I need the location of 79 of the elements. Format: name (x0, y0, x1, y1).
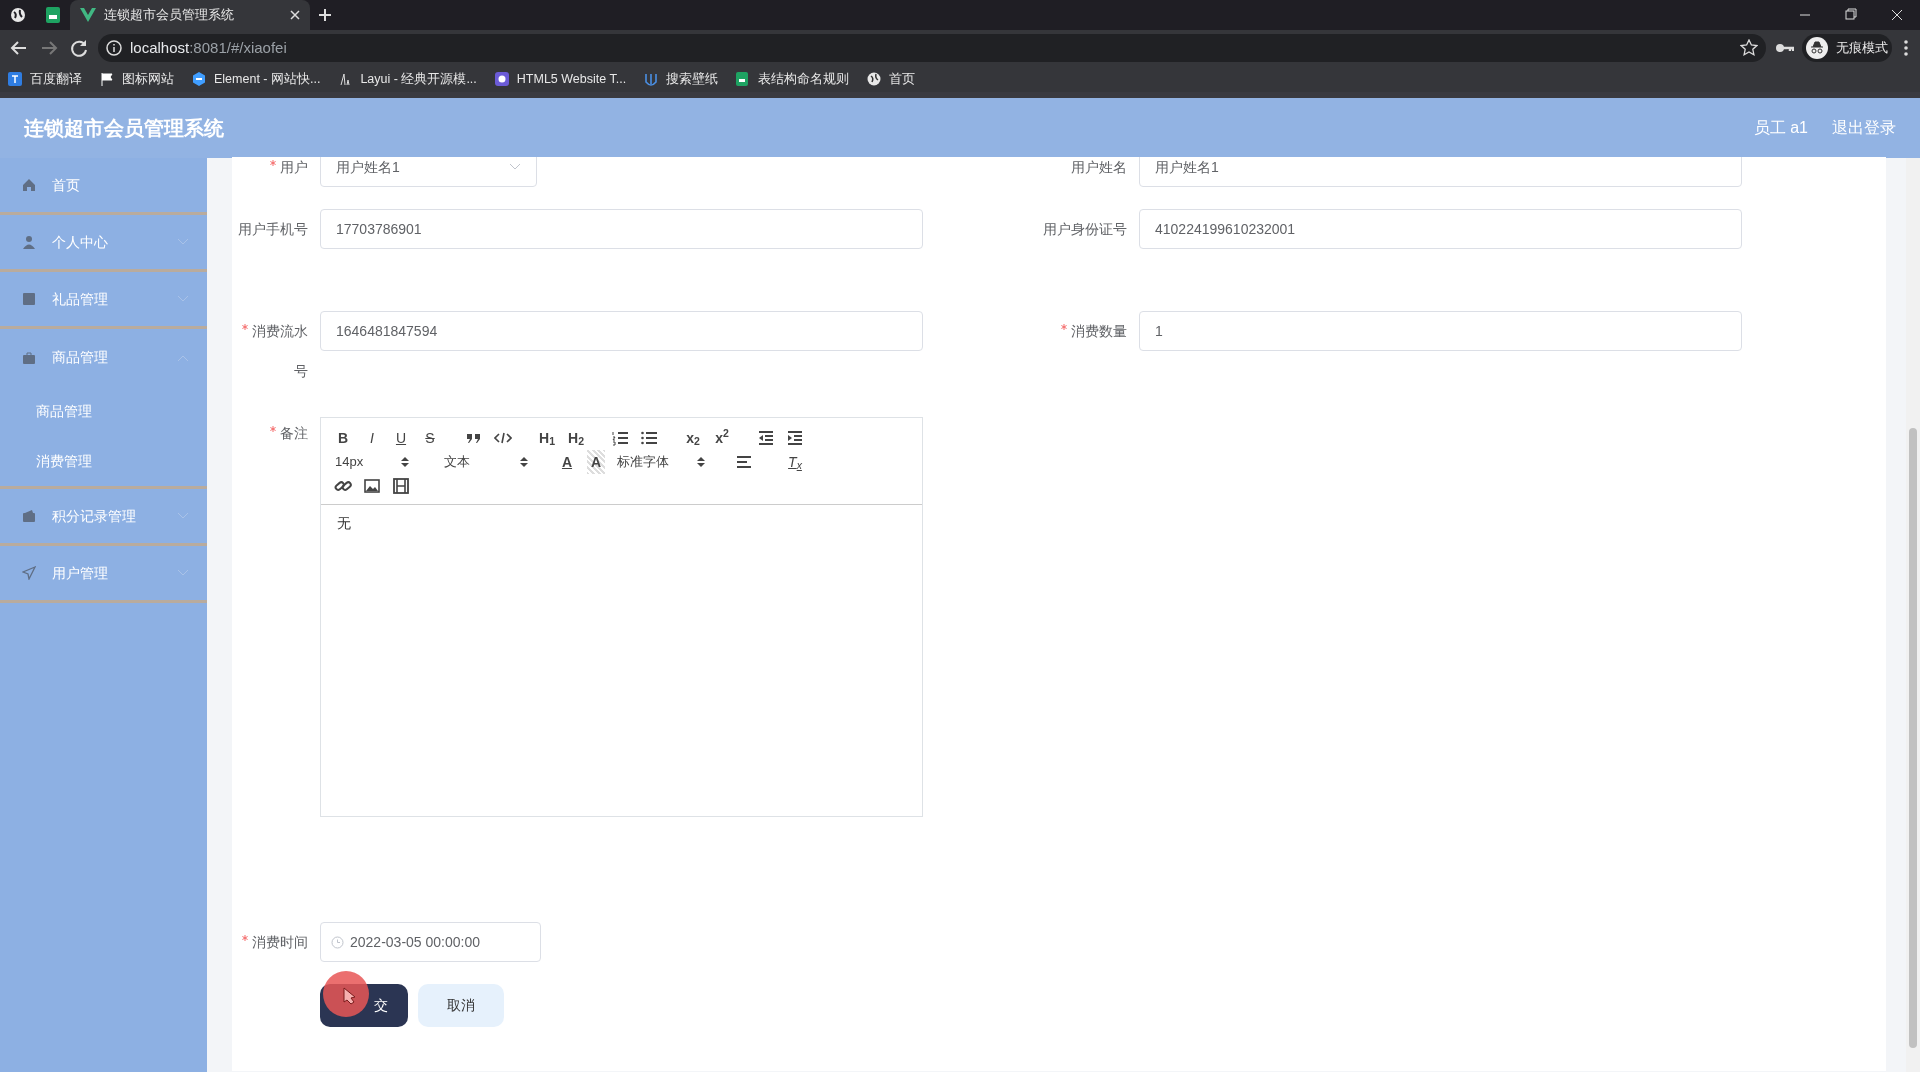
editor-text: 无 (336, 514, 352, 533)
info-icon (106, 40, 122, 56)
flag-icon (100, 72, 114, 86)
field-label: 备注 (280, 425, 308, 441)
up-down-icon (401, 456, 409, 468)
hexagon-icon (192, 72, 206, 86)
dropdown-select[interactable]: 文本 (438, 450, 534, 474)
badge-icon (494, 72, 509, 86)
tab-title: 连锁超市会员管理系统 (104, 6, 235, 24)
dropdown-select[interactable]: 14px (329, 450, 415, 474)
toolbar-button[interactable]: S (416, 426, 444, 450)
toolbar-button[interactable]: B (329, 426, 357, 450)
ordered-list-icon[interactable] (611, 429, 629, 447)
film-icon[interactable] (392, 477, 410, 495)
dropdown-select[interactable]: 标准字体 (611, 450, 711, 474)
scrollbar[interactable] (1906, 158, 1920, 1072)
sheet-icon (46, 7, 60, 23)
toolbar-button[interactable]: x$_{2}$ (679, 426, 707, 450)
field-label: 消费流水号 (252, 323, 308, 379)
bookmark[interactable]: 首页 (867, 69, 916, 89)
bookmark[interactable]: 百度翻译 (8, 69, 82, 89)
clock-icon (331, 935, 344, 949)
bookmark[interactable]: 图标网站 (100, 69, 174, 89)
field-label: 用户 (280, 159, 308, 175)
briefcase-icon (22, 350, 36, 365)
user-icon (22, 235, 36, 249)
align-icon[interactable] (735, 453, 753, 471)
v-logo-icon (80, 8, 96, 22)
star-icon[interactable] (1740, 39, 1758, 57)
incognito-icon (1806, 37, 1828, 59)
toolbar-button[interactable]: U (387, 426, 415, 450)
field-label: 消费数量 (1071, 323, 1127, 339)
toolbar-button[interactable]: H$_{2}$ (562, 426, 590, 450)
chevron-down-icon (509, 163, 521, 171)
toolbar-button[interactable]: I (358, 426, 386, 450)
scrollbar-thumb[interactable] (1909, 428, 1917, 1048)
indent-icon[interactable] (786, 429, 804, 447)
home-icon (22, 178, 36, 192)
field-label: 用户姓名 (1071, 159, 1127, 175)
click-cursor-icon (322, 970, 370, 1018)
close-tab-icon[interactable] (290, 10, 300, 20)
globe-icon (867, 72, 882, 86)
toolbar-button[interactable]: A (553, 450, 581, 474)
up-down-icon (697, 456, 705, 468)
select-field[interactable]: 用户姓名1 (320, 157, 537, 187)
trident-icon (644, 72, 659, 86)
toolbar-button[interactable]: A (587, 450, 605, 474)
app-title: 连锁超市会员管理系统 (24, 116, 225, 141)
input-field[interactable]: 1646481847594 (320, 311, 923, 351)
field-label: 用户身份证号 (1043, 221, 1127, 237)
up-down-icon (520, 456, 528, 468)
paper-plane-icon (22, 566, 36, 580)
box-icon (22, 292, 36, 306)
bullet-list-icon[interactable] (640, 429, 658, 447)
outdent-icon[interactable] (757, 429, 775, 447)
browser-tab[interactable]: 连锁超市会员管理系统 (70, 0, 310, 30)
field-label: 用户手机号 (238, 221, 308, 237)
toolbar-button[interactable]: H$_{1}$ (533, 426, 561, 450)
bookmark[interactable]: Element - 网站快... (192, 69, 321, 89)
bookmark[interactable]: 表结构命名规则 (736, 69, 850, 89)
input-field[interactable]: 1 (1139, 311, 1742, 351)
profile-chip[interactable]: 无痕模式 (1802, 34, 1892, 62)
input-field[interactable]: 410224199610232001 (1139, 209, 1742, 249)
image-icon[interactable] (363, 477, 381, 495)
field-label: 消费时间 (252, 934, 308, 950)
input-field[interactable]: 用户姓名1 (1139, 157, 1742, 187)
globe-icon (10, 7, 26, 23)
wallet-icon (22, 509, 36, 523)
bookmark[interactable]: Layui - 经典开源模... (338, 69, 477, 89)
input-field[interactable]: 17703786901 (320, 209, 923, 249)
translate-icon (8, 72, 22, 86)
toolbar-button[interactable]: x$^{2}$ (708, 426, 736, 450)
rich-text-editor[interactable]: B I U S H$_{1}$ H$_{2}$ x$_{2}$ x$^{2}$ 14px 文本 A A 标准字体 T$_{x}$ 无 (320, 417, 923, 817)
bookmark[interactable]: HTML5 Website T... (494, 69, 627, 89)
cancel-button[interactable]: 取消 (418, 984, 504, 1027)
date-field[interactable]: 2022-03-05 00:00:00 (320, 922, 541, 962)
sheet-icon (736, 72, 751, 86)
bookmark[interactable]: 搜索壁纸 (644, 69, 719, 89)
toolbar-button[interactable]: T$_{x}$ (781, 450, 809, 474)
